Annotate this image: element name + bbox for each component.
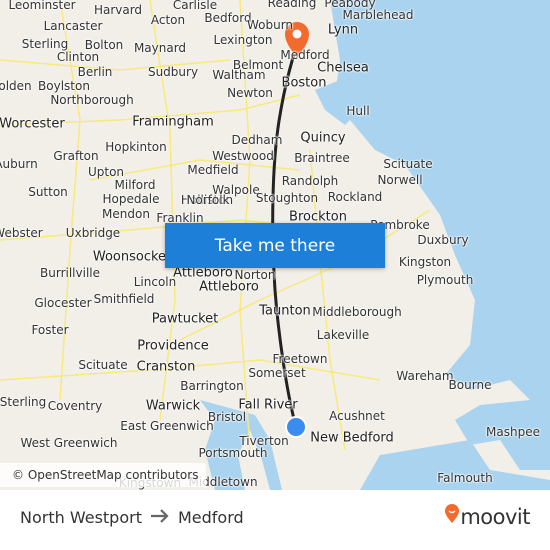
place-label: Dedham xyxy=(231,133,283,147)
place-label: Worcester xyxy=(0,116,65,132)
place-label: Maynard xyxy=(133,41,187,55)
place-label: Mashpee xyxy=(486,425,540,439)
place-label: Burrillville xyxy=(40,266,100,280)
place-label: Foster xyxy=(31,323,69,337)
place-label: Kingston xyxy=(398,255,452,269)
map[interactable]: Leominster Harvard Acton Carlisle Bedford Wob… xyxy=(0,0,550,490)
place-label: Scituate xyxy=(383,157,433,171)
place-label: Glocester xyxy=(34,296,92,310)
place-label: Norfolk xyxy=(186,193,230,207)
place-label: Chelsea xyxy=(317,60,369,76)
place-label: Braintree xyxy=(294,151,350,165)
place-label: Hull xyxy=(346,104,370,118)
moovit-logo[interactable]: moovit xyxy=(444,504,530,529)
place-label: Wareham xyxy=(396,369,454,383)
place-label: West Greenwich xyxy=(20,436,118,450)
place-label: Northborough xyxy=(50,93,134,107)
place-label: Rockland xyxy=(327,190,383,204)
place-label: Clinton xyxy=(56,50,100,64)
footer: North Westport Medford moovit xyxy=(0,490,550,550)
place-label: Barrington xyxy=(180,379,244,393)
route-title: North Westport Medford xyxy=(20,508,244,527)
place-label: Milford xyxy=(114,178,156,192)
place-label: Marblehead xyxy=(342,8,414,22)
origin-marker[interactable] xyxy=(285,416,307,438)
destination-name: Medford xyxy=(177,508,244,527)
place-label: Norwell xyxy=(377,173,423,187)
place-label: Coventry xyxy=(47,399,103,413)
place-label: Sterling xyxy=(0,395,47,409)
place-label: Smithfield xyxy=(93,292,155,306)
place-label: Boston xyxy=(281,75,327,91)
place-label: Boylston xyxy=(38,79,90,93)
place-label: Hopkinton xyxy=(105,140,167,154)
place-label: Acushnet xyxy=(329,409,385,423)
place-label: Medfield xyxy=(187,163,239,177)
place-label: Providence xyxy=(137,338,209,354)
place-label: Portsmouth xyxy=(198,446,268,460)
arrow-right-icon xyxy=(150,508,170,527)
place-label: Framingham xyxy=(132,114,214,130)
place-label: Pawtucket xyxy=(151,311,219,327)
place-label: Middleborough xyxy=(312,305,402,319)
place-label: Bristol xyxy=(207,410,247,424)
place-label: Lancaster xyxy=(43,19,103,33)
place-label: Woonsocket xyxy=(92,249,172,265)
brand-name: moovit xyxy=(460,504,530,529)
place-label: Lakeville xyxy=(316,328,370,342)
place-label: Hopedale xyxy=(102,192,160,206)
place-label: Sudbury xyxy=(147,65,199,79)
place-label: Plymouth xyxy=(416,273,474,287)
place-label: Acton xyxy=(150,13,186,27)
place-label: Bedford xyxy=(204,11,252,25)
place-label: Sutton xyxy=(28,185,68,199)
place-label: Attleboro xyxy=(199,279,259,295)
place-label: Sterling xyxy=(21,37,69,51)
place-label: Warwick xyxy=(145,398,201,414)
place-label: New Bedford xyxy=(310,430,394,446)
place-label: Freetown xyxy=(272,352,328,366)
place-label: Uxbridge xyxy=(65,226,121,240)
place-label: Somerset xyxy=(248,366,306,380)
place-label: Lynn xyxy=(327,22,359,38)
place-label: Woburn xyxy=(246,18,294,32)
place-label: Harvard xyxy=(93,3,143,17)
place-label: Falmouth xyxy=(437,471,493,485)
place-label: Westwood xyxy=(212,149,274,163)
place-label: East Greenwich xyxy=(120,419,214,433)
place-label: Auburn xyxy=(0,157,38,171)
origin-name: North Westport xyxy=(20,508,142,527)
place-label: Upton xyxy=(87,165,125,179)
place-label: Quincy xyxy=(300,130,346,146)
moovit-pin-icon xyxy=(444,504,460,529)
place-label: Cranston xyxy=(136,359,196,375)
place-label: Berlin xyxy=(77,65,113,79)
place-label: Stoughton xyxy=(255,191,319,205)
take-me-there-button[interactable]: Take me there xyxy=(165,223,385,268)
place-label: Webster xyxy=(0,226,43,240)
place-label: Mendon xyxy=(102,207,150,221)
place-label: Waltham xyxy=(212,68,266,82)
place-label: Grafton xyxy=(53,149,99,163)
place-label: Newton xyxy=(227,86,273,100)
place-label: Duxbury xyxy=(417,233,469,247)
place-label: Bourne xyxy=(448,378,492,392)
place-label: Scituate xyxy=(78,358,128,372)
place-label: Taunton xyxy=(259,303,311,319)
place-label: Lexington xyxy=(213,33,273,47)
map-attribution[interactable]: © OpenStreetMap contributors xyxy=(0,463,207,487)
place-label: Randolph xyxy=(281,174,339,188)
place-label: olden xyxy=(0,79,32,93)
place-label: Leominster xyxy=(8,0,76,12)
place-label: Reading xyxy=(267,0,317,10)
place-label: Fall River xyxy=(238,397,298,413)
place-label: Lincoln xyxy=(133,275,177,289)
